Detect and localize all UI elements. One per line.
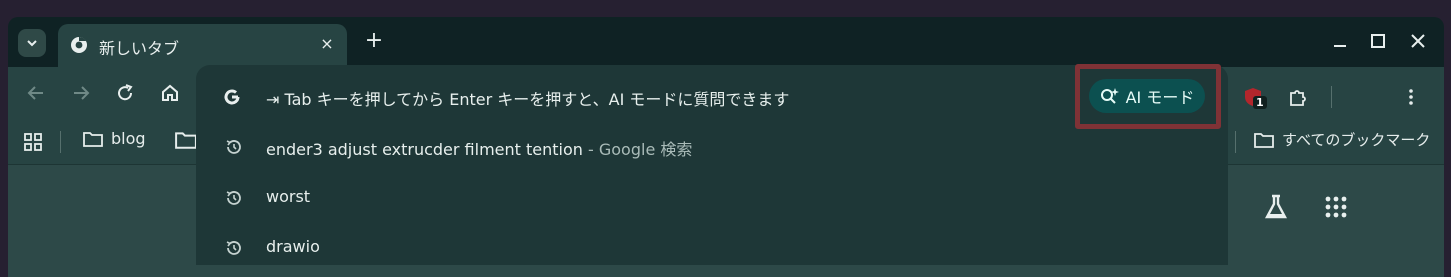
extension-badge: 1 [1253,96,1267,109]
google-g-icon [224,89,240,105]
history-icon [226,140,241,154]
omnibox-dropdown: ⇥ Tab キーを押してから Enter キーを押すと、AI モードに質問できま… [196,65,1228,265]
suggestion-row[interactable]: ender3 adjust extrucder filment tention … [196,122,1228,172]
suggestion-text: drawio [266,237,320,256]
suggestion-text: ender3 adjust extrucder filment tention … [266,140,693,159]
ai-search-sparkle-icon [1100,88,1119,104]
reload-icon[interactable] [114,82,136,104]
toolbar-divider [1331,86,1332,108]
ai-mode-label: AI モード [1125,88,1195,107]
folder-icon[interactable] [175,131,197,149]
google-apps-icon[interactable] [1322,193,1350,221]
chevron-down-icon [27,40,37,47]
home-icon[interactable] [159,82,181,104]
close-window-icon[interactable] [1408,31,1428,51]
suggestion-source: - Google 検索 [582,140,693,159]
history-icon [226,241,241,255]
suggestion-row[interactable]: drawio [196,223,1228,273]
folder-icon [1254,132,1274,148]
ai-mode-hint: ⇥ Tab キーを押してから Enter キーを押すと、AI モードに質問できま… [266,90,790,109]
suggestion-row[interactable]: worst [196,173,1228,223]
tab-search-button[interactable] [18,29,46,57]
minimize-icon[interactable] [1330,31,1350,51]
extension-shield-icon[interactable]: 1 [1243,87,1267,109]
new-tab-button[interactable]: + [363,30,385,52]
ai-mode-button[interactable]: AI モード [1089,79,1205,113]
bookmarks-divider [60,131,61,153]
bookmark-folder-blog[interactable]: blog [83,129,146,148]
all-bookmarks-folder[interactable]: すべてのブックマーク [1254,129,1430,150]
history-icon [226,191,241,205]
more-menu-icon[interactable] [1401,87,1421,107]
all-bookmarks-label: すべてのブックマーク [1282,131,1431,149]
tab-title: 新しいタブ [99,39,180,58]
chrome-icon [71,36,87,53]
tab-new-tab[interactable]: 新しいタブ × [58,24,347,67]
tab-close-icon[interactable]: × [317,34,337,54]
folder-icon [83,131,103,147]
maximize-icon[interactable] [1368,31,1388,51]
back-icon[interactable] [25,82,47,104]
forward-icon[interactable] [70,82,92,104]
puzzle-icon[interactable] [1288,87,1308,107]
labs-flask-icon[interactable] [1262,193,1290,221]
bookmarks-divider-right [1235,131,1236,153]
suggestion-text: worst [266,187,311,206]
omnibox-input-row[interactable]: ⇥ Tab キーを押してから Enter キーを押すと、AI モードに質問できま… [196,70,1228,120]
bookmark-label: blog [111,129,146,148]
apps-grid-icon[interactable] [24,133,42,151]
